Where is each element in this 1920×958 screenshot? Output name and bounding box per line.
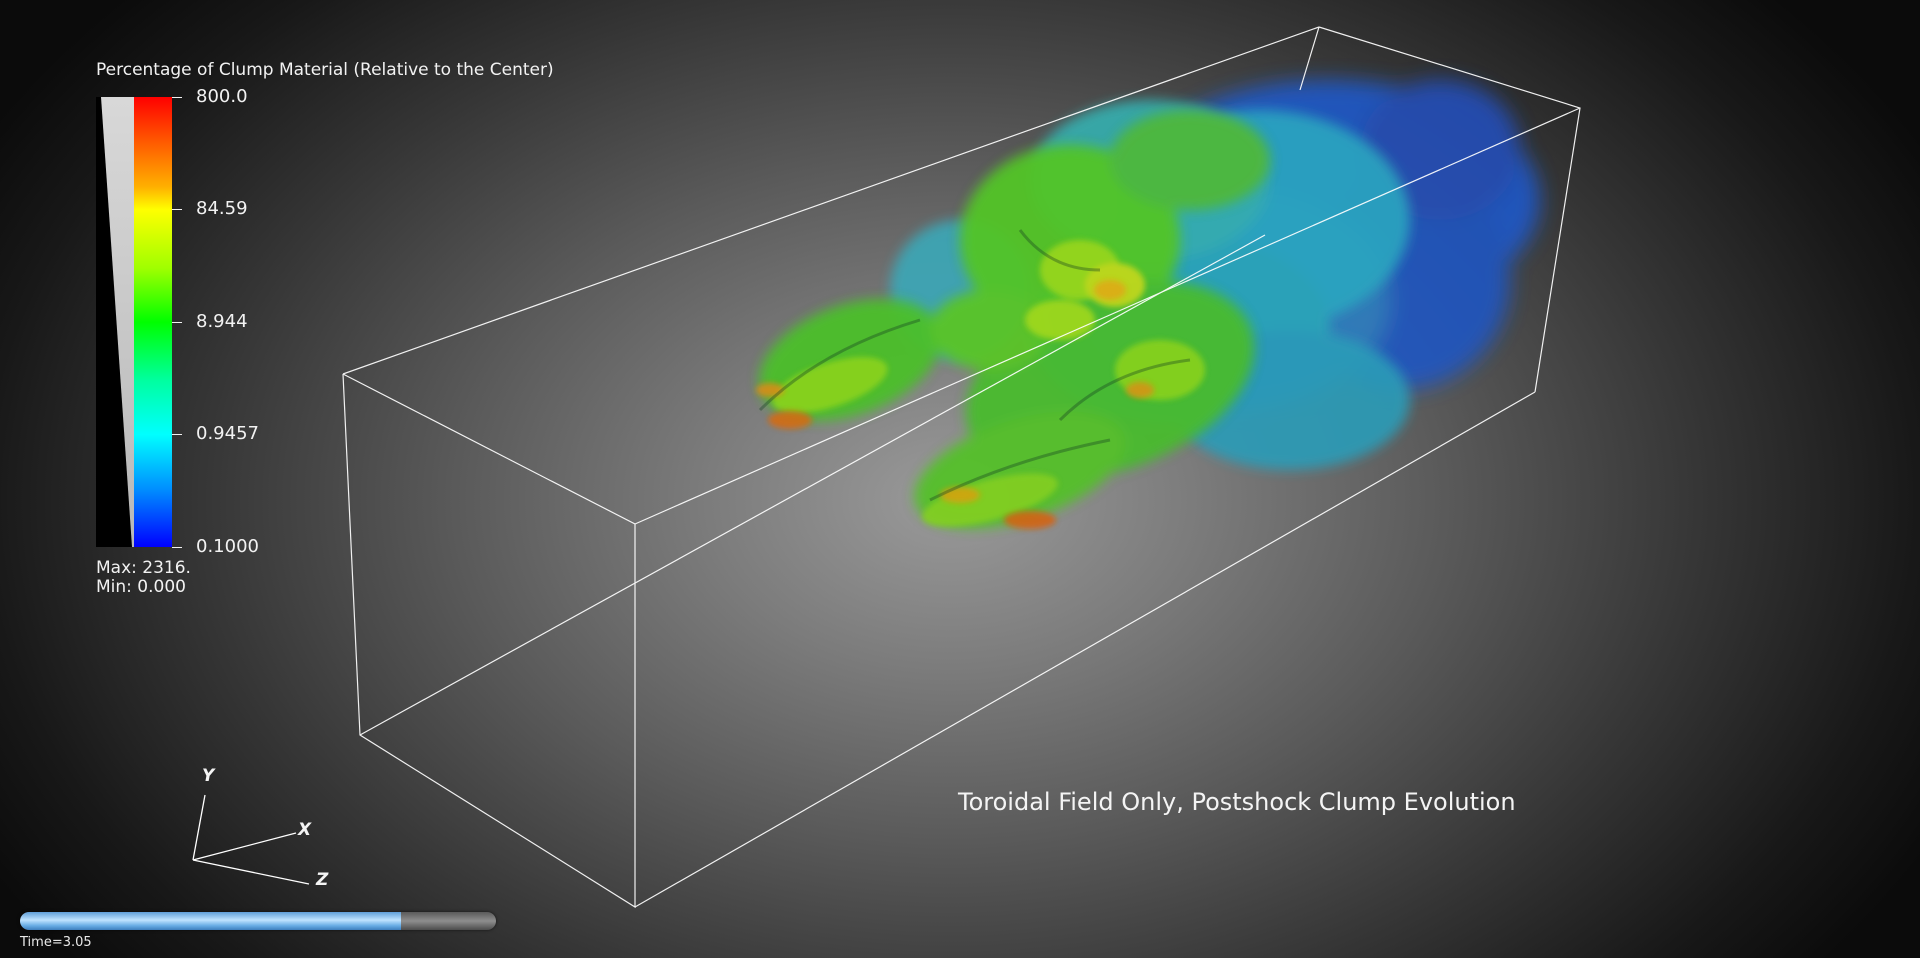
axis-label-x: X <box>298 820 312 840</box>
legend-tick <box>172 434 182 435</box>
time-slider[interactable] <box>20 912 496 930</box>
scene-caption: Toroidal Field Only, Postshock Clump Evo… <box>958 788 1516 816</box>
time-slider-fill[interactable] <box>20 912 401 930</box>
axes-triad <box>192 794 310 885</box>
axis-label-z: Z <box>316 870 329 890</box>
axis-label-y: Y <box>202 766 215 786</box>
legend-min: Min: 0.000 <box>96 577 186 597</box>
legend-tick <box>172 322 182 323</box>
legend-tick <box>172 209 182 210</box>
legend-max: Max: 2316. <box>96 558 191 578</box>
legend-title: Percentage of Clump Material (Relative t… <box>96 60 554 80</box>
legend-tick-label: 84.59 <box>196 198 248 219</box>
legend-tick-label: 8.944 <box>196 311 248 332</box>
render-viewport[interactable]: Percentage of Clump Material (Relative t… <box>0 0 1920 958</box>
legend-tick-label: 800.0 <box>196 86 248 107</box>
opacity-ramp-mask <box>96 97 132 547</box>
legend-tick-label: 0.9457 <box>196 423 259 444</box>
clump-volume <box>756 80 1540 529</box>
color-ramp <box>134 97 172 547</box>
legend-tick <box>172 97 182 98</box>
legend-tick <box>172 547 182 548</box>
legend-tick-label: 0.1000 <box>196 536 259 557</box>
time-label: Time=3.05 <box>20 935 92 950</box>
